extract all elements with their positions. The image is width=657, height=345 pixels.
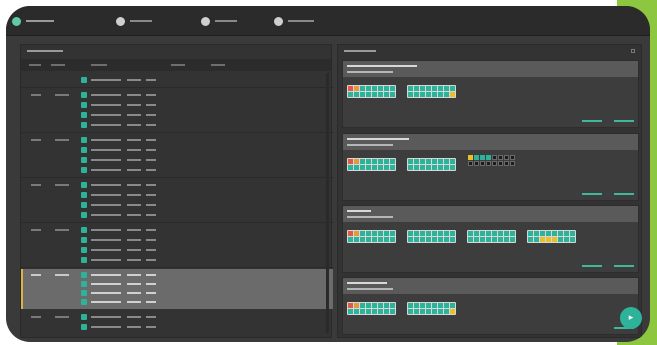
right-panel-plates [337, 44, 642, 338]
card-action[interactable] [582, 193, 602, 195]
table-row[interactable] [21, 312, 333, 322]
checkbox[interactable] [81, 290, 87, 296]
checkbox[interactable] [81, 257, 87, 263]
well-plate[interactable] [347, 230, 396, 243]
plate-card[interactable] [342, 277, 639, 335]
checkbox[interactable] [81, 281, 87, 287]
checkbox[interactable] [81, 182, 87, 188]
table-row[interactable] [21, 322, 333, 332]
scrollbar[interactable] [326, 73, 329, 333]
checkbox[interactable] [81, 102, 87, 108]
checkbox[interactable] [81, 324, 87, 330]
checkbox[interactable] [81, 92, 87, 98]
plate-card[interactable] [342, 205, 639, 273]
top-navigation [6, 6, 650, 36]
table-row[interactable] [21, 155, 333, 165]
checkbox[interactable] [81, 122, 87, 128]
well-plate[interactable] [407, 85, 456, 98]
card-action[interactable] [614, 265, 634, 267]
app-window: ▸ [6, 6, 650, 342]
well-plate[interactable] [467, 154, 516, 167]
checkbox[interactable] [81, 137, 87, 143]
circle-icon [12, 16, 21, 26]
table-row[interactable] [21, 100, 333, 110]
play-arrow-icon[interactable]: ▸ [620, 307, 642, 329]
well-plate[interactable] [527, 230, 576, 243]
table-row[interactable] [21, 245, 333, 255]
card-action[interactable] [582, 120, 602, 122]
checkbox[interactable] [81, 247, 87, 253]
checkbox[interactable] [81, 112, 87, 118]
plate-card[interactable] [342, 60, 639, 128]
table-row[interactable] [21, 120, 333, 130]
table-row[interactable] [21, 235, 333, 245]
checkbox[interactable] [81, 77, 87, 83]
well-plate[interactable] [467, 230, 516, 243]
well-plate[interactable] [407, 158, 456, 171]
plate-card[interactable] [342, 133, 639, 201]
table-row[interactable] [21, 255, 333, 265]
well-plate[interactable] [347, 302, 396, 315]
checkbox[interactable] [81, 272, 87, 278]
table-row[interactable] [21, 165, 333, 175]
table-row[interactable] [21, 145, 333, 155]
table-header [21, 59, 331, 71]
checkbox[interactable] [81, 227, 87, 233]
card-action[interactable] [614, 120, 634, 122]
checkbox[interactable] [81, 157, 87, 163]
checkbox[interactable] [81, 299, 87, 305]
checkbox[interactable] [81, 147, 87, 153]
tab-1[interactable] [12, 6, 54, 36]
left-panel-title [27, 50, 63, 52]
table-row[interactable] [21, 200, 333, 210]
table-row[interactable] [21, 225, 333, 235]
well-plate[interactable] [407, 230, 456, 243]
table-row[interactable] [21, 90, 333, 100]
checkbox[interactable] [81, 167, 87, 173]
tab-4[interactable] [274, 6, 314, 36]
left-panel-list [20, 44, 333, 338]
table-row[interactable] [21, 180, 333, 190]
table-row[interactable] [21, 190, 333, 200]
table-row[interactable] [21, 210, 333, 220]
circle-icon [274, 16, 283, 26]
well-plate[interactable] [347, 158, 396, 171]
circle-icon [116, 16, 125, 26]
well-plate[interactable] [347, 85, 396, 98]
checkbox[interactable] [81, 212, 87, 218]
checkbox[interactable] [81, 202, 87, 208]
table-row[interactable] [21, 75, 333, 85]
circle-icon [201, 16, 210, 26]
expand-icon[interactable] [631, 49, 635, 53]
card-action[interactable] [582, 265, 602, 267]
table-row[interactable] [21, 135, 333, 145]
checkbox[interactable] [81, 237, 87, 243]
tab-3[interactable] [201, 6, 237, 36]
table-row[interactable] [21, 297, 333, 307]
card-action[interactable] [614, 193, 634, 195]
well-plate[interactable] [407, 302, 456, 315]
checkbox[interactable] [81, 192, 87, 198]
tab-2[interactable] [116, 6, 152, 36]
checkbox[interactable] [81, 314, 87, 320]
table-row[interactable] [21, 110, 333, 120]
right-panel-title [344, 50, 376, 52]
